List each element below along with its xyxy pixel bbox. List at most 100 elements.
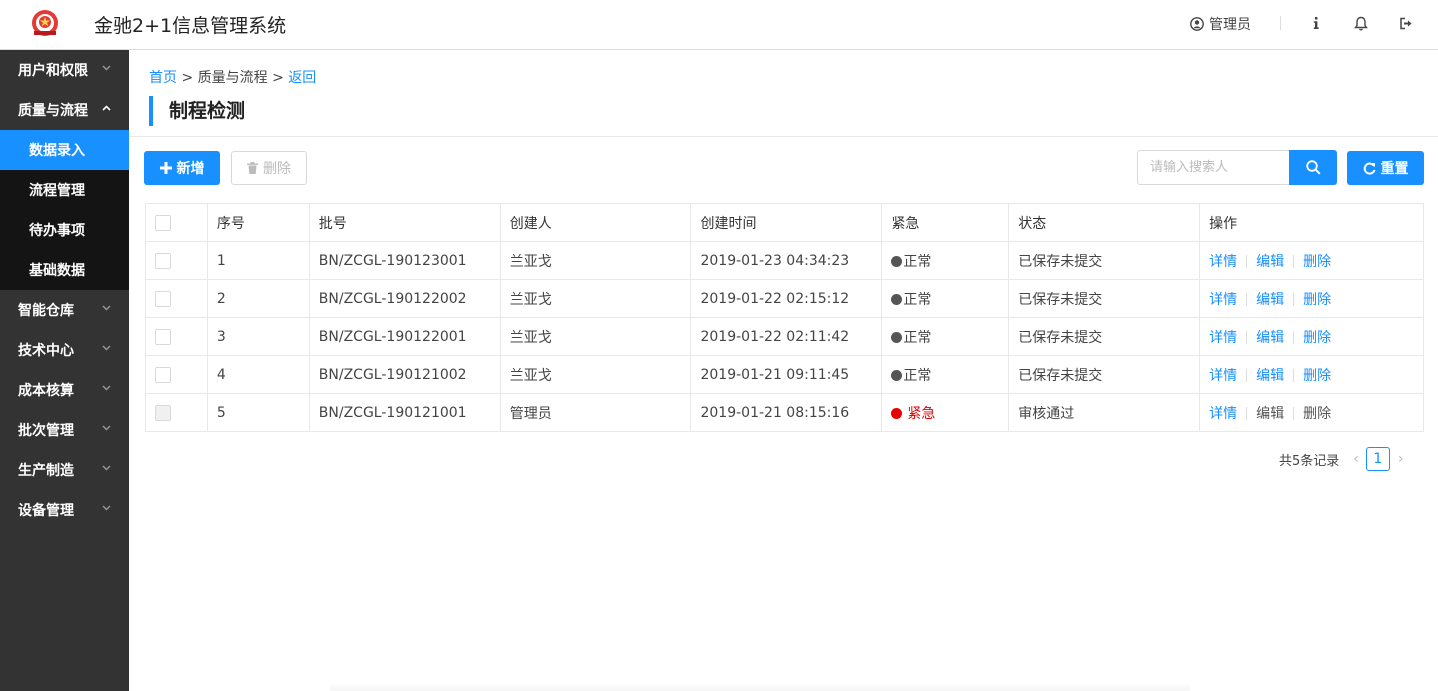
- sidebar-item-data-entry[interactable]: 数据录入: [0, 130, 129, 170]
- breadcrumb-home-link[interactable]: 首页: [149, 70, 177, 86]
- delete-link[interactable]: 删除: [1303, 368, 1331, 384]
- detail-link[interactable]: 详情: [1209, 330, 1237, 346]
- sidebar-group-tech[interactable]: 技术中心: [0, 330, 129, 370]
- column-header: 操作: [1199, 203, 1424, 242]
- breadcrumb: 首页 > 质量与流程 > 返回: [149, 67, 316, 87]
- urgency-dot-icon: [891, 293, 903, 305]
- cell-no: 3: [206, 317, 310, 356]
- info-icon[interactable]: [1308, 15, 1324, 31]
- detail-link[interactable]: 详情: [1209, 368, 1237, 384]
- cell-status: 审核通过: [1008, 393, 1201, 432]
- cell-urgency: 正常: [881, 279, 1010, 318]
- sidebar-group-cost[interactable]: 成本核算: [0, 370, 129, 410]
- refresh-icon: [1363, 162, 1376, 175]
- sidebar-item-label: 基础数据: [29, 263, 85, 279]
- row-select-cell[interactable]: [145, 355, 208, 394]
- delete-link[interactable]: 删除: [1303, 292, 1331, 308]
- row-select-cell[interactable]: [145, 393, 208, 432]
- sidebar-group-label: 智能仓库: [18, 303, 74, 319]
- action-divider: [1246, 292, 1248, 306]
- reset-button-label: 重置: [1380, 161, 1409, 177]
- cell-no: 1: [206, 241, 310, 280]
- search-button[interactable]: [1289, 150, 1337, 185]
- sidebar-group-batch[interactable]: 批次管理: [0, 410, 129, 450]
- reset-button[interactable]: 重置: [1347, 151, 1424, 185]
- row-select-cell[interactable]: [145, 279, 208, 318]
- sidebar-item-label: 数据录入: [29, 143, 85, 159]
- user-menu[interactable]: 管理员: [1190, 14, 1251, 34]
- chevron-left-icon[interactable]: ‹: [1353, 451, 1359, 467]
- delete-link[interactable]: 删除: [1303, 254, 1331, 270]
- sidebar-group-equipment[interactable]: 设备管理: [0, 490, 129, 530]
- delete-link[interactable]: 删除: [1303, 330, 1331, 346]
- bell-icon[interactable]: [1353, 15, 1369, 31]
- urgency-dot-icon: [891, 369, 903, 381]
- sidebar-item-process-management[interactable]: 流程管理: [0, 170, 129, 210]
- pagination: 共5条记录 ‹ 1 ›: [1279, 447, 1404, 471]
- row-select-cell[interactable]: [145, 241, 208, 280]
- sidebar-group-label: 批次管理: [18, 423, 74, 439]
- cell-actions: 详情 编辑 删除: [1199, 393, 1424, 432]
- table-header-row: 序号 批号 创建人 创建时间 紧急 状态 操作: [145, 203, 1424, 242]
- urgency-dot-icon: [891, 331, 903, 343]
- cell-creator: 兰亚戈: [499, 355, 692, 394]
- column-header: 状态: [1008, 203, 1201, 242]
- urgency-label: 正常: [903, 367, 932, 384]
- chevron-up-icon: [102, 105, 111, 111]
- chevron-right-icon[interactable]: ›: [1398, 451, 1404, 467]
- page-number-button[interactable]: 1: [1365, 447, 1390, 471]
- edit-link[interactable]: 编辑: [1256, 330, 1284, 346]
- sidebar-group-warehouse[interactable]: 智能仓库: [0, 290, 129, 330]
- sidebar-group-users[interactable]: 用户和权限: [0, 50, 129, 90]
- cell-actions: 详情 编辑 删除: [1199, 317, 1424, 356]
- search-icon: [1305, 160, 1321, 175]
- add-button[interactable]: 新增: [144, 151, 220, 185]
- breadcrumb-current: 质量与流程: [197, 70, 268, 86]
- edit-link[interactable]: 编辑: [1256, 292, 1284, 308]
- action-divider: [1246, 368, 1248, 382]
- cell-status: 已保存未提交: [1008, 279, 1201, 318]
- edit-link[interactable]: 编辑: [1256, 368, 1284, 384]
- action-divider: [1293, 254, 1295, 268]
- chevron-down-icon: [102, 65, 111, 71]
- select-all-checkbox[interactable]: [155, 214, 171, 231]
- row-checkbox[interactable]: [155, 404, 171, 421]
- cell-creator: 管理员: [499, 393, 692, 432]
- cell-actions: 详情 编辑 删除: [1199, 279, 1424, 318]
- sidebar-item-base-data[interactable]: 基础数据: [0, 250, 129, 290]
- row-checkbox[interactable]: [155, 366, 171, 383]
- sidebar-group-production[interactable]: 生产制造: [0, 450, 129, 490]
- app-title: 金驰2+1信息管理系统: [94, 15, 287, 37]
- table-row: 4 BN/ZCGL-190121002 兰亚戈 2019-01-21 09:11:45…: [145, 355, 1424, 394]
- logout-icon[interactable]: [1398, 15, 1414, 31]
- detail-link[interactable]: 详情: [1209, 254, 1237, 270]
- detail-link[interactable]: 详情: [1209, 292, 1237, 308]
- row-checkbox[interactable]: [155, 290, 171, 307]
- action-divider: [1293, 292, 1295, 306]
- action-divider: [1246, 330, 1248, 344]
- add-button-label: 新增: [176, 161, 205, 177]
- row-checkbox[interactable]: [155, 252, 171, 269]
- sidebar-item-todo[interactable]: 待办事项: [0, 210, 129, 250]
- edit-link[interactable]: 编辑: [1256, 254, 1284, 270]
- cell-creator: 兰亚戈: [499, 317, 692, 356]
- cell-batch: BN/ZCGL-190121001: [308, 393, 501, 432]
- total-records-text: 共5条记录: [1279, 453, 1340, 469]
- select-all-cell[interactable]: [145, 203, 208, 242]
- search-input[interactable]: [1137, 150, 1290, 185]
- detail-link[interactable]: 详情: [1209, 406, 1237, 422]
- row-select-cell[interactable]: [145, 317, 208, 356]
- row-checkbox[interactable]: [155, 328, 171, 345]
- column-header: 创建时间: [690, 203, 883, 242]
- column-header: 紧急: [881, 203, 1010, 242]
- seal-logo-icon: [32, 10, 58, 36]
- cell-creator: 兰亚戈: [499, 241, 692, 280]
- batch-delete-button[interactable]: 删除: [231, 151, 307, 185]
- trash-icon: [247, 162, 258, 174]
- breadcrumb-back-link[interactable]: 返回: [288, 70, 316, 86]
- chevron-down-icon: [102, 385, 111, 391]
- cell-urgency: 正常: [881, 317, 1010, 356]
- sidebar-group-quality[interactable]: 质量与流程: [0, 90, 129, 130]
- delete-link: 删除: [1303, 405, 1332, 422]
- cell-actions: 详情 编辑 删除: [1199, 241, 1424, 280]
